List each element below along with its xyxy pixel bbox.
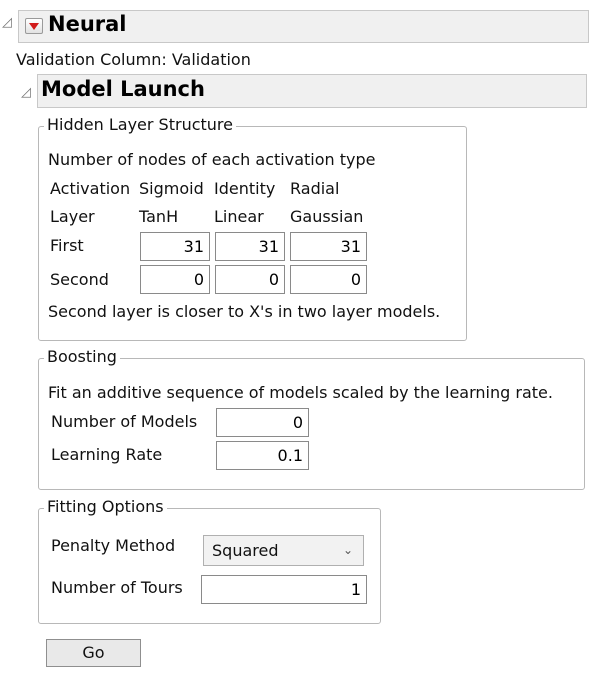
second-linear-input[interactable]: 0 (215, 265, 285, 294)
hidden-layer-legend: Hidden Layer Structure (44, 115, 236, 134)
fitting-options-legend: Fitting Options (44, 497, 167, 516)
learning-rate-input[interactable]: 0.1 (216, 441, 309, 470)
validation-column-text: Validation Column: Validation (16, 50, 251, 69)
learning-rate-label: Learning Rate (51, 445, 163, 464)
model-launch-title: Model Launch (41, 77, 205, 101)
go-button[interactable]: Go (46, 639, 141, 667)
first-gaussian-input[interactable]: 31 (290, 232, 367, 261)
layer-header: Layer (50, 207, 95, 226)
tanh-header: TanH (139, 207, 179, 226)
penalty-method-label: Penalty Method (51, 536, 176, 555)
gaussian-header: Gaussian (290, 207, 364, 226)
number-of-tours-input[interactable]: 1 (201, 575, 367, 604)
number-of-models-label: Number of Models (51, 412, 198, 431)
linear-header: Linear (214, 207, 264, 226)
second-tanh-input[interactable]: 0 (140, 265, 210, 294)
number-of-tours-label: Number of Tours (51, 578, 183, 597)
first-layer-label: First (50, 236, 84, 255)
chevron-down-icon: ⌄ (342, 543, 353, 557)
first-linear-input[interactable]: 31 (215, 232, 285, 261)
second-layer-label: Second (50, 270, 109, 289)
boosting-legend: Boosting (44, 347, 120, 366)
hidden-layer-description: Number of nodes of each activation type (48, 150, 376, 169)
second-gaussian-input[interactable]: 0 (290, 265, 367, 294)
sigmoid-header: Sigmoid (139, 179, 204, 198)
first-tanh-input[interactable]: 31 (140, 232, 210, 261)
neural-title: Neural (48, 12, 127, 36)
disclosure-triangle-icon[interactable]: ◿ (2, 15, 12, 30)
fitting-options-group (38, 508, 381, 624)
activation-header: Activation (50, 179, 131, 198)
penalty-method-value: Squared (212, 541, 279, 560)
penalty-method-select[interactable]: Squared ⌄ (203, 535, 364, 566)
red-triangle-menu-icon[interactable] (25, 18, 43, 34)
number-of-models-input[interactable]: 0 (216, 408, 309, 437)
boosting-description: Fit an additive sequence of models scale… (48, 383, 553, 402)
identity-header: Identity (214, 179, 276, 198)
second-layer-note: Second layer is closer to X's in two lay… (48, 302, 441, 321)
radial-header: Radial (290, 179, 340, 198)
disclosure-triangle-icon[interactable]: ◿ (21, 85, 31, 100)
